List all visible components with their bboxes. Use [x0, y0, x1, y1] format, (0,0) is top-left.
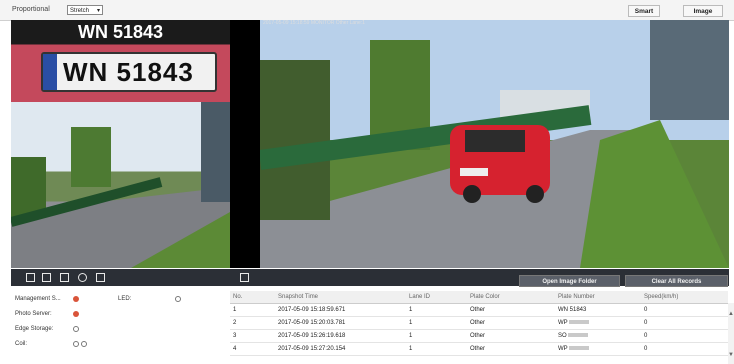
top-bar: Proportional Stretch ▾ Smart Image: [0, 0, 734, 21]
status-label-edge-storage: Edge Storage:: [15, 326, 54, 332]
status-indicator-coil-2: [81, 341, 87, 347]
cell-plate-color: Other: [470, 346, 486, 352]
status-label-management: Management S...: [15, 296, 61, 302]
status-label-led: LED:: [118, 296, 132, 302]
column-header-lane-id: Lane ID: [409, 294, 431, 300]
status-indicator-photo-server: [73, 311, 79, 317]
cell-no: 3: [233, 333, 237, 339]
eu-flag-icon: [43, 54, 57, 90]
cell-lane-id: 1: [409, 346, 413, 352]
status-label-photo-server: Photo Server:: [15, 311, 52, 317]
cell-no: 1: [233, 307, 237, 313]
open-image-folder-button[interactable]: Open Image Folder: [519, 275, 620, 287]
status-label-coil: Coil:: [15, 341, 28, 347]
cell-lane-id: 1: [409, 307, 413, 313]
video-area: WN 51843 WN 51843 2017-05-09 15:18:59 MO…: [11, 20, 729, 268]
smart-button[interactable]: Smart: [628, 5, 660, 17]
cell-no: 2: [233, 320, 237, 326]
cell-speed: 0: [644, 307, 648, 313]
monitor-icon[interactable]: [96, 273, 105, 282]
records-table: No. Snapshot Time Lane ID Plate Color Pl…: [230, 291, 728, 364]
chevron-down-icon: ▾: [96, 8, 100, 14]
scroll-up-icon[interactable]: ▲: [728, 311, 734, 317]
column-header-plate-color: Plate Color: [470, 294, 500, 300]
cell-snapshot-time: 2017-05-09 15:18:59.671: [278, 307, 346, 313]
image-button[interactable]: Image: [683, 5, 723, 17]
clear-all-records-button[interactable]: Clear All Records: [625, 275, 728, 287]
table-header: No. Snapshot Time Lane ID Plate Color Pl…: [230, 291, 728, 304]
cell-snapshot-time: 2017-05-09 15:26:19.618: [278, 333, 346, 339]
status-panel: Management S... LED: Photo Server: Edge …: [11, 291, 223, 364]
refresh-icon[interactable]: [78, 273, 87, 282]
plate-number-text: WP: [558, 320, 568, 326]
scene-main-drawing: [260, 20, 729, 268]
status-indicator-led: [175, 296, 181, 302]
column-header-plate-number: Plate Number: [558, 294, 595, 300]
cell-speed: 0: [644, 333, 648, 339]
scene-main-image[interactable]: 2017-05-09 15:18:59 MONITOR Other Lane:1: [260, 20, 729, 268]
bottom-toolbar: [11, 269, 729, 286]
table-row[interactable]: 4 2017-05-09 15:27:20.154 1 Other WP 0: [230, 343, 728, 356]
cell-snapshot-time: 2017-05-09 15:27:20.154: [278, 346, 346, 352]
cell-lane-id: 1: [409, 320, 413, 326]
cell-plate-color: Other: [470, 307, 486, 313]
status-indicator-coil-1: [73, 341, 79, 347]
scene-thumbnail[interactable]: [11, 102, 230, 268]
cell-plate-number: WP: [558, 317, 589, 329]
table-row[interactable]: 3 2017-05-09 15:26:19.618 1 Other SO 0: [230, 330, 728, 343]
plate-number-text: WP: [558, 346, 568, 352]
column-header-snapshot-time: Snapshot Time: [278, 294, 319, 300]
status-indicator-edge-storage: [73, 326, 79, 332]
cell-no: 4: [233, 346, 237, 352]
license-plate: WN 51843: [41, 52, 217, 92]
folder-icon[interactable]: [60, 273, 69, 282]
video-overlay-text: 2017-05-09 15:18:59 MONITOR Other Lane:1: [263, 20, 365, 26]
table-row[interactable]: 2 2017-05-09 15:20:03.781 1 Other WP 0: [230, 317, 728, 330]
cell-speed: 0: [644, 320, 648, 326]
cell-plate-number: SO: [558, 330, 588, 342]
stretch-select[interactable]: Stretch ▾: [67, 5, 103, 15]
cell-plate-color: Other: [470, 320, 486, 326]
proportional-label: Proportional: [12, 6, 50, 13]
cell-snapshot-time: 2017-05-09 15:20:03.781: [278, 320, 346, 326]
scroll-down-icon[interactable]: ▼: [728, 352, 734, 358]
cell-plate-number: WP: [558, 343, 589, 355]
image-icon[interactable]: [240, 273, 249, 282]
cell-lane-id: 1: [409, 333, 413, 339]
stop-icon[interactable]: [26, 273, 35, 282]
status-indicator-management: [73, 296, 79, 302]
cell-plate-color: Other: [470, 333, 486, 339]
capture-icon[interactable]: [42, 273, 51, 282]
cell-plate-number: WN 51843: [558, 307, 587, 313]
stretch-select-value: Stretch: [70, 8, 90, 14]
scene-thumbnail-drawing: [11, 102, 230, 268]
redacted-mark: [567, 333, 588, 338]
column-header-no: No.: [233, 294, 243, 300]
redacted-mark: [568, 320, 589, 325]
plate-image-number: WN 51843: [63, 57, 194, 87]
table-row[interactable]: 1 2017-05-09 15:18:59.671 1 Other WN 518…: [230, 304, 728, 317]
cell-speed: 0: [644, 346, 648, 352]
plate-number-text: SO: [558, 333, 567, 339]
plate-crop-image: WN 51843 WN 51843: [11, 20, 230, 102]
plate-recognized-text: WN 51843: [77, 22, 164, 42]
redacted-mark: [568, 346, 589, 351]
column-header-speed: Speed(km/h): [644, 294, 679, 300]
